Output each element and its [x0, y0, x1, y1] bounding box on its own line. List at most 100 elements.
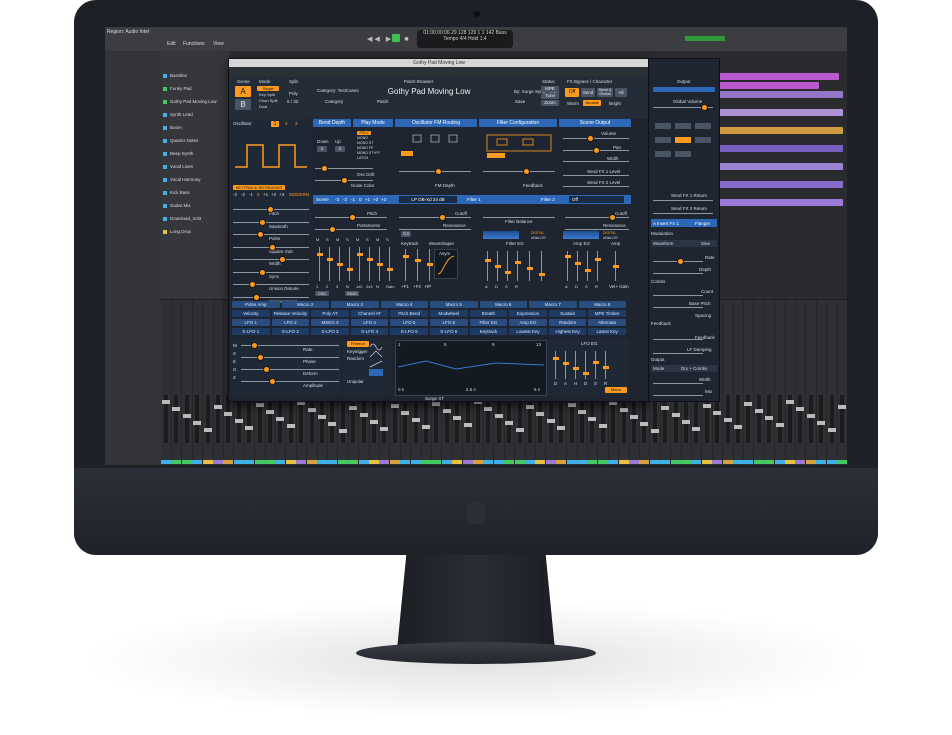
play-mode-poly[interactable]: POLY — [357, 131, 371, 135]
mixer-fader-track[interactable] — [673, 395, 678, 443]
scene-pitch-handle[interactable] — [349, 214, 356, 221]
mod-source-button[interactable]: Poly AT — [311, 310, 349, 317]
status-zoom[interactable]: Zoom — [541, 100, 559, 106]
lfo-eg-vslider-handle[interactable] — [593, 361, 599, 364]
mixer-vslider[interactable] — [329, 247, 330, 281]
fx-send-global[interactable]: Send & Global — [597, 88, 613, 97]
mixer-fader-track[interactable] — [507, 395, 512, 443]
mixer-fader-track[interactable] — [600, 395, 605, 443]
lfo-param-handle[interactable] — [251, 342, 258, 349]
osc-param-slider[interactable] — [233, 259, 309, 260]
mod-source-button[interactable]: Macro 6 — [479, 301, 527, 308]
scene-octave[interactable]: -2 — [343, 197, 347, 202]
scene-octave[interactable]: -3 — [335, 197, 339, 202]
send-fx1-slider[interactable] — [563, 175, 629, 176]
mixer-channel-strip[interactable] — [213, 300, 224, 465]
lfo-eg-vslider[interactable] — [595, 351, 596, 379]
lfo-freerun[interactable]: Freerun — [347, 341, 369, 347]
daw-menu-view[interactable]: View — [213, 41, 224, 47]
mod-source-button[interactable]: Keytrack — [469, 328, 508, 335]
mseg-tab-letter[interactable]: G — [233, 367, 237, 372]
osc-octave[interactable]: -2 — [241, 192, 245, 197]
mixer-fader-track[interactable] — [632, 395, 636, 443]
mixer-fader-cap[interactable] — [349, 406, 358, 410]
mixer-channel-strip[interactable] — [202, 300, 214, 465]
mixer-mute[interactable]: S — [326, 237, 329, 242]
lfo-param-slider[interactable] — [241, 357, 339, 358]
mod-source-button[interactable]: Modwheel — [430, 310, 468, 317]
osc-param-handle[interactable] — [259, 218, 266, 226]
mixer-fader-cap[interactable] — [224, 412, 233, 416]
lfo-shape-grid[interactable] — [369, 341, 389, 377]
mode-dual[interactable]: Dual — [259, 104, 267, 109]
scene-b-button[interactable]: B — [235, 99, 251, 110]
lfo-eg-vslider[interactable] — [555, 351, 556, 379]
amp-eg-vslider[interactable] — [597, 251, 598, 281]
cutoff-slider[interactable] — [399, 217, 471, 218]
mixer-fader-cap[interactable] — [546, 419, 555, 423]
mixer-fader-track[interactable] — [829, 395, 834, 443]
mixer-mute[interactable]: S — [386, 237, 389, 242]
mixer-fader-cap[interactable] — [162, 400, 170, 404]
fm-depth-handle[interactable] — [435, 168, 442, 175]
mod-source-button[interactable]: Macro 8 — [578, 301, 626, 308]
bend-up-value[interactable]: 2 — [335, 146, 345, 152]
mixer-fader-track[interactable] — [694, 395, 699, 443]
play-mode-list[interactable]: POLY MONO MONO ST MONO FP MONO ST+FP LAT… — [357, 131, 391, 161]
mixer-fader-track[interactable] — [444, 395, 449, 443]
mix-slider[interactable] — [653, 395, 703, 396]
portamento-handle[interactable] — [329, 226, 336, 233]
lfo-param-handle[interactable] — [269, 378, 276, 385]
osc-type[interactable]: MODERN — [289, 192, 309, 197]
mixer-fader-cap[interactable] — [702, 404, 711, 408]
osc-param-handle[interactable] — [249, 281, 256, 288]
filter-eg-vslider-handle[interactable] — [485, 259, 491, 262]
mixer-fader-cap[interactable] — [276, 417, 285, 421]
track-row[interactable]: Gothy Pad Moving Low — [163, 97, 227, 106]
mixer-fader-track[interactable] — [330, 395, 335, 443]
ring-tab[interactable]: RING — [345, 291, 359, 296]
filter-eg-vslider-handle[interactable] — [527, 267, 533, 270]
mixer-fader-cap[interactable] — [536, 412, 545, 416]
lfo-unipolar[interactable]: Unipolar — [347, 379, 364, 384]
waveform-select[interactable]: Waveform Sine — [651, 240, 717, 247]
track-row[interactable]: Vocal Harmony — [163, 175, 227, 184]
send-fx2-return-slider[interactable] — [653, 213, 713, 214]
mixer-fader-cap[interactable] — [307, 408, 316, 412]
play-mode-mono[interactable]: MONO — [357, 136, 368, 140]
mixer-fader-track[interactable] — [704, 395, 709, 443]
filter-eg-vslider-handle[interactable] — [495, 265, 501, 268]
filter-balance-slider[interactable] — [483, 217, 555, 218]
scene-octave[interactable]: -1 — [351, 197, 355, 202]
mixer-fader-cap[interactable] — [338, 429, 347, 433]
mixer-vslider-handle[interactable] — [367, 258, 373, 261]
mixer-fader-cap[interactable] — [255, 403, 264, 407]
mixer-fader-cap[interactable] — [286, 424, 295, 428]
mixer-fader-track[interactable] — [538, 395, 543, 443]
category-nav[interactable]: Category — [325, 99, 343, 104]
feedback-handle[interactable] — [523, 168, 530, 175]
mixer-vslider-handle[interactable] — [357, 253, 363, 256]
noise-color-handle[interactable] — [341, 177, 348, 184]
mixer-vslider[interactable] — [369, 247, 370, 281]
scene-octave[interactable]: 0 — [359, 197, 362, 202]
amp-eg-analog[interactable]: ANALOG — [603, 236, 618, 240]
out-width-slider[interactable] — [653, 383, 703, 384]
lfo-param-handle[interactable] — [263, 366, 270, 373]
filter2-cutoff-handle[interactable] — [609, 214, 616, 221]
mixer-fader-track[interactable] — [216, 395, 220, 443]
osc-param-handle[interactable] — [279, 256, 286, 263]
filter-eg-vslider[interactable] — [507, 251, 508, 281]
mixer-mute[interactable]: M — [376, 237, 379, 242]
base-pitch-slider[interactable] — [653, 307, 703, 308]
mixer-channel-strip[interactable] — [816, 300, 828, 465]
mixer-fader-cap[interactable] — [567, 403, 576, 407]
mixer-fader-track[interactable] — [205, 395, 210, 443]
mod-source-button[interactable]: Random — [548, 319, 587, 326]
send-fx2-slider[interactable] — [563, 186, 629, 187]
pan-handle[interactable] — [593, 147, 600, 154]
amp-eg-vslider-handle[interactable] — [595, 258, 601, 261]
mixer-fader-cap[interactable] — [786, 400, 794, 404]
filter-vslider-handle[interactable] — [415, 259, 421, 262]
track-row[interactable]: Guitar Mix — [163, 201, 227, 210]
